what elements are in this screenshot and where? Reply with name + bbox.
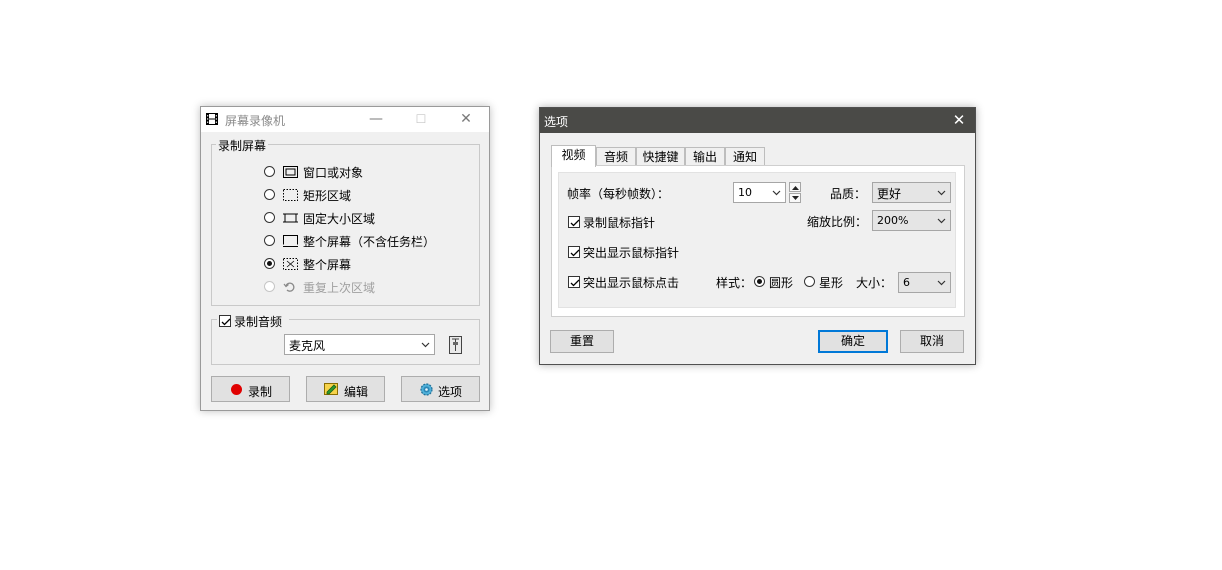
chevron-down-icon xyxy=(937,218,946,223)
recorder-titlebar[interactable]: 屏幕录像机 — ☐ ✕ xyxy=(201,107,489,132)
mode-rectangle[interactable]: 矩形区域 xyxy=(264,187,464,203)
highlight-click-checkbox[interactable] xyxy=(568,276,580,288)
cancel-button[interactable]: 取消 xyxy=(900,330,964,353)
framerate-spinner[interactable] xyxy=(789,182,801,203)
rectangle-region-icon xyxy=(283,189,298,201)
tab-notify[interactable]: 通知 xyxy=(725,147,765,166)
highlight-click-row[interactable]: 突出显示鼠标点击 xyxy=(568,274,698,290)
caret-down-icon xyxy=(792,196,799,200)
mode-screen-no-taskbar-radio[interactable] xyxy=(264,235,275,246)
audio-source-value: 麦克风 xyxy=(289,339,326,353)
caret-up-icon xyxy=(792,186,799,190)
scale-select[interactable]: 200% xyxy=(872,210,951,231)
mode-window-radio[interactable] xyxy=(264,166,275,177)
audio-group-label: 录制音频 xyxy=(234,315,283,329)
chevron-down-icon xyxy=(937,190,946,195)
mode-full-screen-radio[interactable] xyxy=(264,258,275,269)
style-star-option[interactable]: 星形 xyxy=(804,274,846,290)
audio-source-select[interactable]: 麦克风 xyxy=(284,334,435,355)
mode-repeat-last-label: 重复上次区域 xyxy=(303,281,376,295)
options-button-label: 选项 xyxy=(438,385,463,399)
tab-audio[interactable]: 音频 xyxy=(596,147,636,166)
maximize-button[interactable]: ☐ xyxy=(399,107,443,132)
options-titlebar[interactable]: 选项 ✕ xyxy=(540,108,975,133)
reset-button[interactable]: 重置 xyxy=(550,330,614,353)
mode-screen-no-taskbar[interactable]: 整个屏幕（不含任务栏） xyxy=(264,233,474,249)
scale-label: 缩放比例： xyxy=(807,215,868,229)
close-button[interactable]: ✕ xyxy=(444,107,488,132)
spin-up-button[interactable] xyxy=(789,182,801,192)
options-close-button[interactable]: ✕ xyxy=(943,108,975,133)
mode-screen-no-taskbar-label: 整个屏幕（不含任务栏） xyxy=(303,235,436,249)
screen-no-taskbar-icon xyxy=(283,235,298,247)
style-circle-radio[interactable] xyxy=(754,276,765,287)
size-value: 6 xyxy=(903,276,910,289)
mode-window[interactable]: 窗口或对象 xyxy=(264,164,464,180)
mode-repeat-last: 重复上次区域 xyxy=(264,279,464,295)
edit-button-label: 编辑 xyxy=(344,385,369,399)
style-circle-option[interactable]: 圆形 xyxy=(754,274,796,290)
size-select[interactable]: 6 xyxy=(898,272,951,293)
minimize-button[interactable]: — xyxy=(354,107,398,132)
chevron-down-icon xyxy=(937,280,946,285)
record-button-label: 录制 xyxy=(248,385,273,399)
recorder-window: 屏幕录像机 — ☐ ✕ 录制屏幕 窗口或对象 矩形区域 固定大小区域 整个屏幕（… xyxy=(200,106,490,411)
highlight-pointer-label: 突出显示鼠标指针 xyxy=(583,246,680,260)
framerate-select[interactable]: 10 xyxy=(733,182,786,203)
tab-output[interactable]: 输出 xyxy=(685,147,725,166)
recorder-title: 屏幕录像机 xyxy=(225,114,286,128)
quality-select[interactable]: 更好 xyxy=(872,182,951,203)
style-label: 样式： xyxy=(716,276,753,290)
audio-checkbox[interactable] xyxy=(219,315,231,327)
record-pointer-checkbox[interactable] xyxy=(568,216,580,228)
highlight-pointer-row[interactable]: 突出显示鼠标指针 xyxy=(568,244,698,260)
record-pointer-label: 录制鼠标指针 xyxy=(583,216,656,230)
record-pointer-row[interactable]: 录制鼠标指针 xyxy=(568,214,688,230)
tab-hotkeys[interactable]: 快捷键 xyxy=(636,147,685,166)
fixed-size-region-icon xyxy=(283,213,298,223)
spin-down-button[interactable] xyxy=(789,193,801,203)
record-icon xyxy=(231,384,242,395)
style-circle-label: 圆形 xyxy=(769,276,794,290)
mode-repeat-last-radio xyxy=(264,281,275,292)
options-button[interactable]: 选项 xyxy=(401,376,480,402)
film-icon xyxy=(206,113,218,125)
mode-fixed-size-label: 固定大小区域 xyxy=(303,212,376,226)
highlight-click-label: 突出显示鼠标点击 xyxy=(583,276,680,290)
mode-fixed-size[interactable]: 固定大小区域 xyxy=(264,210,464,226)
ok-button[interactable]: 确定 xyxy=(818,330,888,353)
edit-button[interactable]: 编辑 xyxy=(306,376,385,402)
mode-rectangle-radio[interactable] xyxy=(264,189,275,200)
size-label: 大小： xyxy=(856,276,893,290)
full-screen-icon xyxy=(283,258,298,270)
scale-value: 200% xyxy=(877,214,909,227)
mode-fixed-size-radio[interactable] xyxy=(264,212,275,223)
highlight-pointer-checkbox[interactable] xyxy=(568,246,580,258)
gear-icon xyxy=(420,383,433,396)
audio-checkbox-row[interactable]: 录制音频 xyxy=(217,313,289,329)
chevron-down-icon xyxy=(421,342,430,347)
options-title: 选项 xyxy=(544,115,569,129)
mode-window-label: 窗口或对象 xyxy=(303,166,364,180)
edit-icon xyxy=(324,383,338,395)
record-button[interactable]: 录制 xyxy=(211,376,290,402)
framerate-label: 帧率（每秒帧数）： xyxy=(567,187,670,201)
options-window: 选项 ✕ 视频 音频 快捷键 输出 通知 帧率（每秒帧数）： 10 品质： 更好… xyxy=(539,107,976,365)
mode-full-screen-label: 整个屏幕 xyxy=(303,258,352,272)
quality-value: 更好 xyxy=(877,187,902,201)
window-icon xyxy=(283,166,298,178)
audio-settings-icon[interactable] xyxy=(448,336,463,354)
framerate-value: 10 xyxy=(738,186,752,199)
tab-video[interactable]: 视频 xyxy=(551,145,596,167)
mode-full-screen[interactable]: 整个屏幕 xyxy=(264,256,464,272)
quality-label: 品质： xyxy=(830,187,867,201)
chevron-down-icon xyxy=(772,190,781,195)
mode-rectangle-label: 矩形区域 xyxy=(303,189,352,203)
screen-group-label: 录制屏幕 xyxy=(216,137,269,154)
repeat-last-region-icon xyxy=(283,282,295,292)
style-star-label: 星形 xyxy=(819,276,844,290)
style-star-radio[interactable] xyxy=(804,276,815,287)
